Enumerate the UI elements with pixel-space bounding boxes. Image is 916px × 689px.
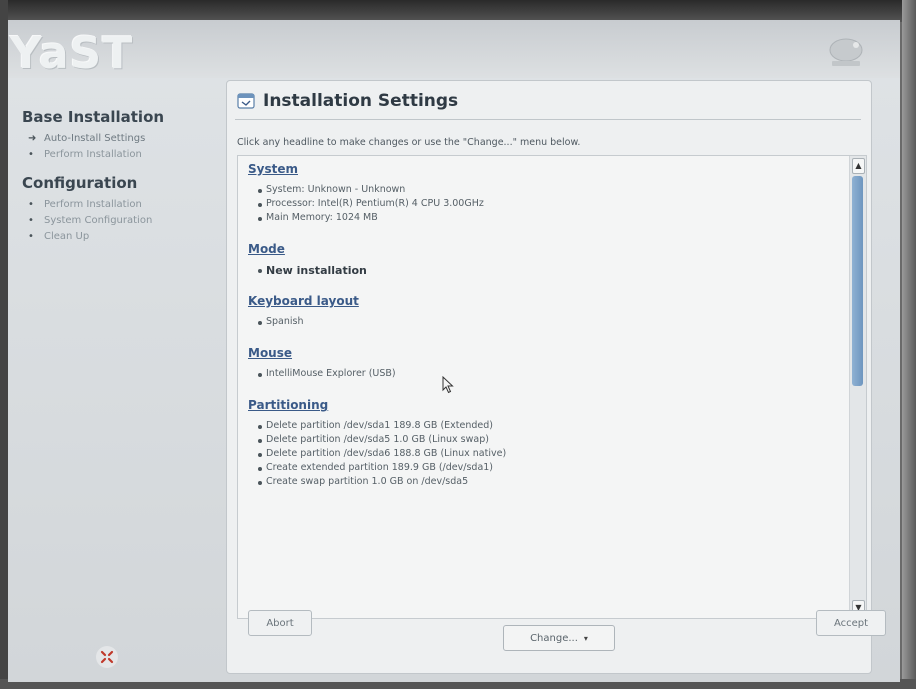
monitor-bezel-top (0, 0, 916, 22)
section-mouse: Mouse IntelliMouse Explorer (USB) (248, 340, 850, 382)
vertical-scrollbar[interactable]: ▲ ▼ (849, 156, 866, 618)
section-heading-partitioning[interactable]: Partitioning (248, 398, 328, 412)
sidebar-heading-configuration: Configuration (22, 174, 138, 192)
list-item: Processor: Intel(R) Pentium(R) 4 CPU 3.0… (248, 198, 850, 212)
mouse-pointer-icon (442, 376, 454, 394)
monitor-bezel-left (0, 0, 8, 689)
yast-logo: YaST (10, 28, 134, 79)
section-keyboard-layout: Keyboard layout Spanish (248, 288, 850, 330)
section-system: System System: Unknown - Unknown Process… (248, 156, 850, 226)
panel-title: Installation Settings (237, 91, 458, 111)
sidebar-heading-base-installation: Base Installation (22, 108, 165, 126)
chevron-down-icon: ▾ (583, 633, 588, 643)
scroll-up-button[interactable]: ▲ (852, 158, 865, 174)
title-divider (235, 119, 861, 120)
scrollbar-thumb[interactable] (852, 176, 863, 386)
list-item: System: Unknown - Unknown (248, 184, 850, 198)
section-partitioning: Partitioning Delete partition /dev/sda1 … (248, 392, 850, 490)
settings-summary-scroll-area[interactable]: System System: Unknown - Unknown Process… (238, 156, 850, 618)
step-label: Clean Up (44, 230, 90, 242)
section-heading-mouse[interactable]: Mouse (248, 346, 292, 360)
list-item: Main Memory: 1024 MB (248, 212, 850, 226)
list-item: IntelliMouse Explorer (USB) (248, 368, 850, 382)
list-item: Delete partition /dev/sda6 188.8 GB (Lin… (248, 448, 850, 462)
bullet-icon: • (28, 230, 34, 242)
step-label: Auto-Install Settings (44, 132, 146, 144)
bullet-icon: • (28, 214, 34, 226)
section-mode: Mode New installation (248, 236, 850, 278)
list-item: Spanish (248, 316, 850, 330)
top-banner: YaST (8, 20, 900, 79)
change-menu-button[interactable]: Change... ▾ (503, 625, 615, 651)
page-title: Installation Settings (263, 91, 459, 111)
bullet-icon: • (28, 198, 34, 210)
settings-summary-box: System System: Unknown - Unknown Process… (237, 155, 867, 619)
step-label: System Configuration (44, 214, 153, 226)
suse-logo-icon (829, 38, 863, 66)
instruction-text: Click any headline to make changes or us… (237, 137, 581, 148)
step-auto-install-settings: ➜ Auto-Install Settings (22, 130, 222, 146)
installer-screen: YaST Base Installation ➜ Auto-Install Se… (8, 20, 900, 682)
monitor-bezel-right (902, 0, 916, 689)
accept-button[interactable]: Accept (816, 610, 886, 636)
step-perform-installation-2: • Perform Installation (22, 196, 222, 212)
step-clean-up: • Clean Up (22, 228, 222, 244)
installation-settings-panel: Installation Settings Click any headline… (226, 80, 872, 674)
change-button-label: Change... (530, 632, 578, 644)
list-item: New installation (248, 264, 850, 278)
step-label: Perform Installation (44, 148, 142, 160)
bullet-icon: • (28, 148, 34, 160)
step-system-configuration: • System Configuration (22, 212, 222, 228)
help-icon[interactable] (94, 644, 120, 670)
section-heading-mode[interactable]: Mode (248, 242, 285, 256)
list-item: Delete partition /dev/sda5 1.0 GB (Linux… (248, 434, 850, 448)
step-perform-installation: • Perform Installation (22, 146, 222, 162)
list-item: Create extended partition 189.9 GB (/dev… (248, 462, 850, 476)
section-heading-keyboard-layout[interactable]: Keyboard layout (248, 294, 359, 308)
section-heading-system[interactable]: System (248, 162, 298, 176)
abort-button[interactable]: Abort (248, 610, 312, 636)
current-step-arrow-icon: ➜ (28, 132, 37, 144)
list-item: Create swap partition 1.0 GB on /dev/sda… (248, 476, 850, 490)
step-label: Perform Installation (44, 198, 142, 210)
settings-window-icon (237, 93, 255, 109)
installation-steps-sidebar: Base Installation ➜ Auto-Install Setting… (22, 108, 222, 244)
list-item: Delete partition /dev/sda1 189.8 GB (Ext… (248, 420, 850, 434)
